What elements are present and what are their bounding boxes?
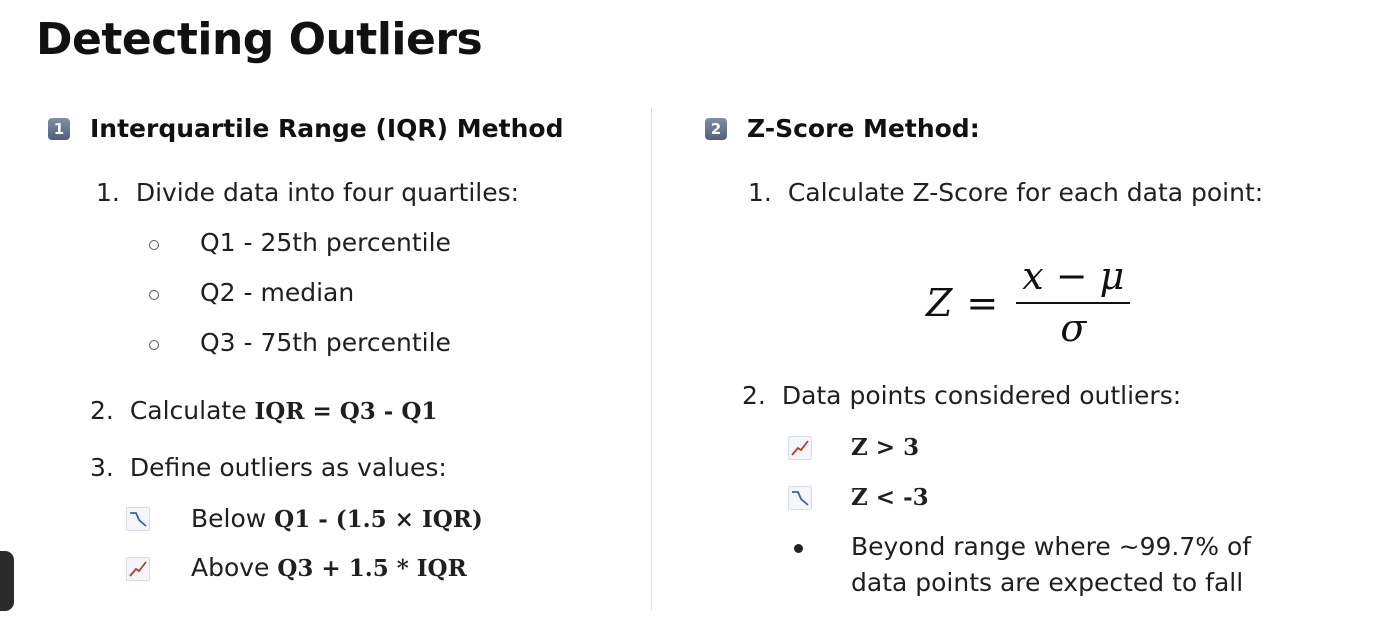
quartile-item-q2: Q2 - median <box>200 278 355 307</box>
iqr-step-2: 2. Calculate IQR = Q3 - Q1 <box>90 396 437 425</box>
formula-fraction: x − μ σ <box>1016 255 1131 350</box>
chart-increasing-icon <box>788 436 812 460</box>
above-formula: Q3 + 1.5 * IQR <box>277 555 467 582</box>
quartile-item-q1: Q1 - 25th percentile <box>200 228 451 257</box>
side-panel-tab[interactable] <box>0 551 14 611</box>
formula-lhs: Z <box>926 280 953 325</box>
zscore-step-1-number: 1. <box>748 178 772 207</box>
hollow-bullet-icon <box>149 240 159 250</box>
below-label: Below <box>191 504 275 533</box>
outlier-below-rule: Below Q1 - (1.5 × IQR) <box>191 504 483 533</box>
iqr-step-3-number: 3. <box>90 453 114 482</box>
above-label: Above <box>191 553 278 582</box>
zscore-condition-greater: Z > 3 <box>851 434 920 461</box>
iqr-step-2-number: 2. <box>90 396 114 425</box>
zscore-step-2: 2. Data points considered outliers: <box>742 381 1181 410</box>
iqr-step-3: 3. Define outliers as values: <box>90 453 447 482</box>
chart-decreasing-icon <box>788 486 812 510</box>
zscore-condition-less: Z < -3 <box>851 484 929 511</box>
formula-denominator: σ <box>1060 305 1087 350</box>
iqr-step-1-number: 1. <box>96 178 120 207</box>
iqr-formula: IQR = Q3 - Q1 <box>254 398 438 425</box>
iqr-step-2-text: Calculate <box>129 396 255 425</box>
hollow-bullet-icon <box>149 340 159 350</box>
zscore-heading-text: Z-Score Method: <box>747 114 980 143</box>
iqr-section-heading: 1 Interquartile Range (IQR) Method <box>48 114 563 143</box>
chart-increasing-icon <box>126 557 150 581</box>
iqr-step-1-text: Divide data into four quartiles: <box>135 178 520 207</box>
zscore-step-1: 1. Calculate Z-Score for each data point… <box>748 178 1263 207</box>
zscore-section-heading: 2 Z-Score Method: <box>705 114 980 143</box>
iqr-step-1: 1. Divide data into four quartiles: <box>96 178 519 207</box>
formula-equals: = <box>966 280 999 325</box>
column-divider <box>651 108 652 610</box>
beyond-range-line-1: Beyond range where ~99.7% of <box>851 532 1252 561</box>
page-title: Detecting Outliers <box>36 14 483 65</box>
iqr-step-3-text: Define outliers as values: <box>129 453 447 482</box>
number-one-badge-icon: 1 <box>48 117 70 140</box>
zscore-step-2-text: Data points considered outliers: <box>781 381 1182 410</box>
formula-numerator: x − μ <box>1016 255 1131 304</box>
number-two-badge-icon: 2 <box>705 117 727 140</box>
zscore-formula: Z = x − μ σ <box>926 255 1131 350</box>
hollow-bullet-icon <box>149 290 159 300</box>
beyond-range-line-2: data points are expected to fall <box>851 568 1244 597</box>
quartile-item-q3: Q3 - 75th percentile <box>200 328 451 357</box>
filled-bullet-icon <box>794 544 803 553</box>
below-formula: Q1 - (1.5 × IQR) <box>274 506 483 533</box>
outlier-above-rule: Above Q3 + 1.5 * IQR <box>191 553 467 582</box>
iqr-heading-text: Interquartile Range (IQR) Method <box>90 114 564 143</box>
chart-decreasing-icon <box>126 507 150 531</box>
zscore-step-2-number: 2. <box>742 381 766 410</box>
zscore-step-1-text: Calculate Z-Score for each data point: <box>787 178 1264 207</box>
